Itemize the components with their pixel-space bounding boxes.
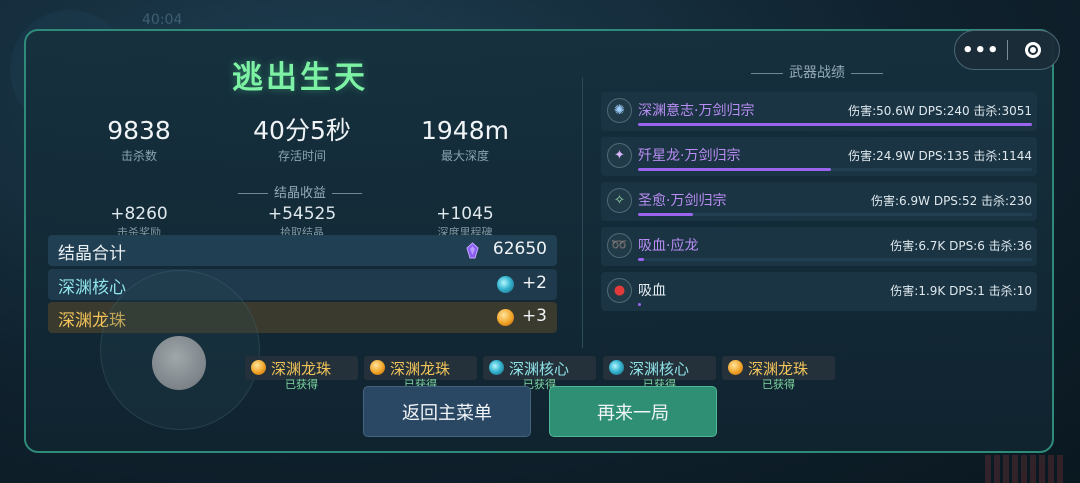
play-again-button[interactable]: 再来一局 (549, 386, 717, 437)
reward-item: 深渊龙珠 已获得 (245, 356, 358, 391)
mini-program-capsule: ••• (954, 30, 1060, 70)
weapon-damage-bar (638, 213, 1032, 216)
weapon-row: ● 吸血 伤害:1.9K DPS:1 击杀:10 (601, 272, 1037, 311)
stat-value: 40分5秒 (253, 116, 351, 145)
weapon-damage-fill (638, 213, 694, 216)
crystal-value: +8260 (110, 204, 168, 224)
weapon-damage-fill (638, 258, 644, 261)
row-value: +3 (521, 306, 547, 326)
dragon-pearl-icon (728, 360, 743, 375)
dragon-pearl-icon (251, 360, 266, 375)
weapon-row: ✺ 深渊意志·万剑归宗 伤害:50.6W DPS:240 击杀:3051 (601, 92, 1037, 131)
reward-item: 深渊核心 已获得 (603, 356, 716, 391)
weapon-stats: 伤害:1.9K DPS:1 击杀:10 (890, 284, 1032, 298)
weapon-name: 吸血·应龙 (638, 238, 699, 254)
weapon-damage-bar (638, 123, 1032, 126)
star-dragon-icon: ✦ (607, 143, 632, 168)
vampire-dragon-icon: ➿ (607, 233, 632, 258)
stat-survival-time: 40分5秒 存活时间 (237, 116, 367, 164)
crystal-value: +1045 (436, 204, 494, 224)
weapon-row: ✧ 圣愈·万剑归宗 伤害:6.9W DPS:52 击杀:230 (601, 182, 1037, 221)
stat-label: 击杀数 (120, 149, 157, 163)
reward-status: 已获得 (762, 378, 795, 391)
crystal-section-title: 结晶收益 (273, 186, 326, 201)
abyss-core-icon (497, 276, 514, 293)
weapon-stats: 伤害:24.9W DPS:135 击杀:1144 (848, 149, 1032, 163)
weapon-damage-bar (638, 258, 1032, 261)
more-icon[interactable]: ••• (955, 40, 1007, 61)
purple-crystal-icon (464, 242, 481, 259)
abyss-core-icon (609, 360, 624, 375)
weapon-stats: 伤害:6.7K DPS:6 击杀:36 (890, 239, 1032, 253)
stat-kills: 9838 击杀数 (74, 116, 204, 164)
joystick-knob[interactable] (152, 336, 206, 390)
close-icon[interactable] (1007, 42, 1059, 58)
background-clock: 40:04 (142, 12, 183, 28)
result-title: 逃出生天 (232, 60, 368, 96)
weapon-damage-bar (638, 168, 1032, 171)
stat-value: 1948m (421, 116, 509, 145)
crystal-section-header: 结晶收益 (200, 182, 400, 201)
holy-heal-icon: ✧ (607, 188, 632, 213)
weapon-row: ➿ 吸血·应龙 伤害:6.7K DPS:6 击杀:36 (601, 227, 1037, 266)
abyss-will-icon: ✺ (607, 98, 632, 123)
weapon-damage-fill (638, 303, 642, 306)
row-value: 62650 (492, 239, 547, 259)
reward-item: 深渊核心 已获得 (483, 356, 596, 391)
reward-item: 深渊龙珠 已获得 (722, 356, 835, 391)
row-value: +2 (521, 273, 547, 293)
dragon-pearl-icon (370, 360, 385, 375)
weapon-damage-bar (638, 303, 1032, 306)
weapon-name: 深渊意志·万剑归宗 (638, 103, 755, 119)
weapon-row: ✦ 歼星龙·万剑归宗 伤害:24.9W DPS:135 击杀:1144 (601, 137, 1037, 176)
weapon-name: 吸血 (638, 283, 666, 299)
weapons-header: 武器战绩 (745, 62, 889, 82)
stat-value: 9838 (107, 116, 171, 145)
stat-max-depth: 1948m 最大深度 (400, 116, 530, 164)
back-to-menu-button[interactable]: 返回主菜单 (363, 386, 531, 437)
background-pixel-decoration (985, 455, 1065, 483)
abyss-core-icon (489, 360, 504, 375)
weapons-title: 武器战绩 (789, 65, 845, 81)
reward-status: 已获得 (285, 378, 318, 391)
row-label: 深渊核心 (58, 278, 126, 298)
total-crystal-row: 结晶合计 62650 (48, 235, 557, 266)
row-label: 结晶合计 (58, 244, 126, 264)
stat-label: 最大深度 (440, 149, 489, 163)
dragon-pearl-icon (497, 309, 514, 326)
column-divider (582, 78, 583, 348)
vampire-icon: ● (607, 278, 632, 303)
weapon-damage-fill (638, 123, 1032, 126)
weapon-stats: 伤害:50.6W DPS:240 击杀:3051 (848, 104, 1032, 118)
weapon-name: 圣愈·万剑归宗 (638, 193, 727, 209)
crystal-value: +54525 (267, 204, 337, 224)
stat-label: 存活时间 (277, 149, 326, 163)
weapon-damage-fill (638, 168, 832, 171)
weapon-name: 歼星龙·万剑归宗 (638, 148, 741, 164)
reward-item: 深渊龙珠 已获得 (364, 356, 477, 391)
weapon-stats: 伤害:6.9W DPS:52 击杀:230 (871, 194, 1032, 208)
